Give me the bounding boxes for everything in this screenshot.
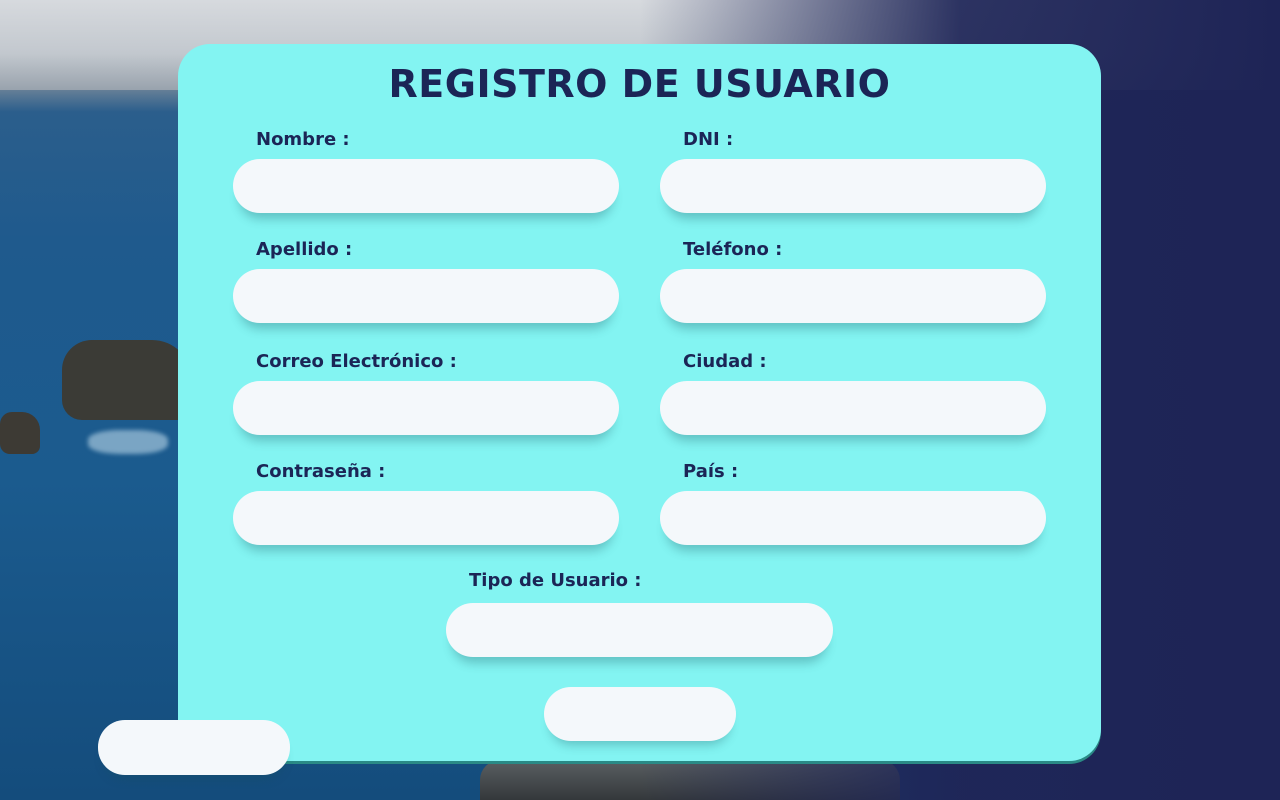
tipo-usuario-label: Tipo de Usuario :	[469, 570, 642, 591]
submit-button[interactable]	[544, 687, 736, 741]
pais-input[interactable]	[660, 491, 1046, 545]
back-button[interactable]	[98, 720, 290, 775]
contrasena-input[interactable]	[233, 491, 619, 545]
tipo-usuario-input[interactable]	[446, 603, 833, 657]
ciudad-label: Ciudad :	[683, 351, 767, 372]
telefono-input[interactable]	[660, 269, 1046, 323]
apellido-input[interactable]	[233, 269, 619, 323]
telefono-label: Teléfono :	[683, 239, 783, 260]
ciudad-input[interactable]	[660, 381, 1046, 435]
page-title: REGISTRO DE USUARIO	[388, 62, 891, 106]
apellido-label: Apellido :	[256, 239, 353, 260]
pais-label: País :	[683, 461, 739, 482]
correo-input[interactable]	[233, 381, 619, 435]
nombre-label: Nombre :	[256, 129, 350, 150]
dni-label: DNI :	[683, 129, 734, 150]
dni-input[interactable]	[660, 159, 1046, 213]
nombre-input[interactable]	[233, 159, 619, 213]
correo-label: Correo Electrónico :	[256, 351, 457, 372]
contrasena-label: Contraseña :	[256, 461, 386, 482]
